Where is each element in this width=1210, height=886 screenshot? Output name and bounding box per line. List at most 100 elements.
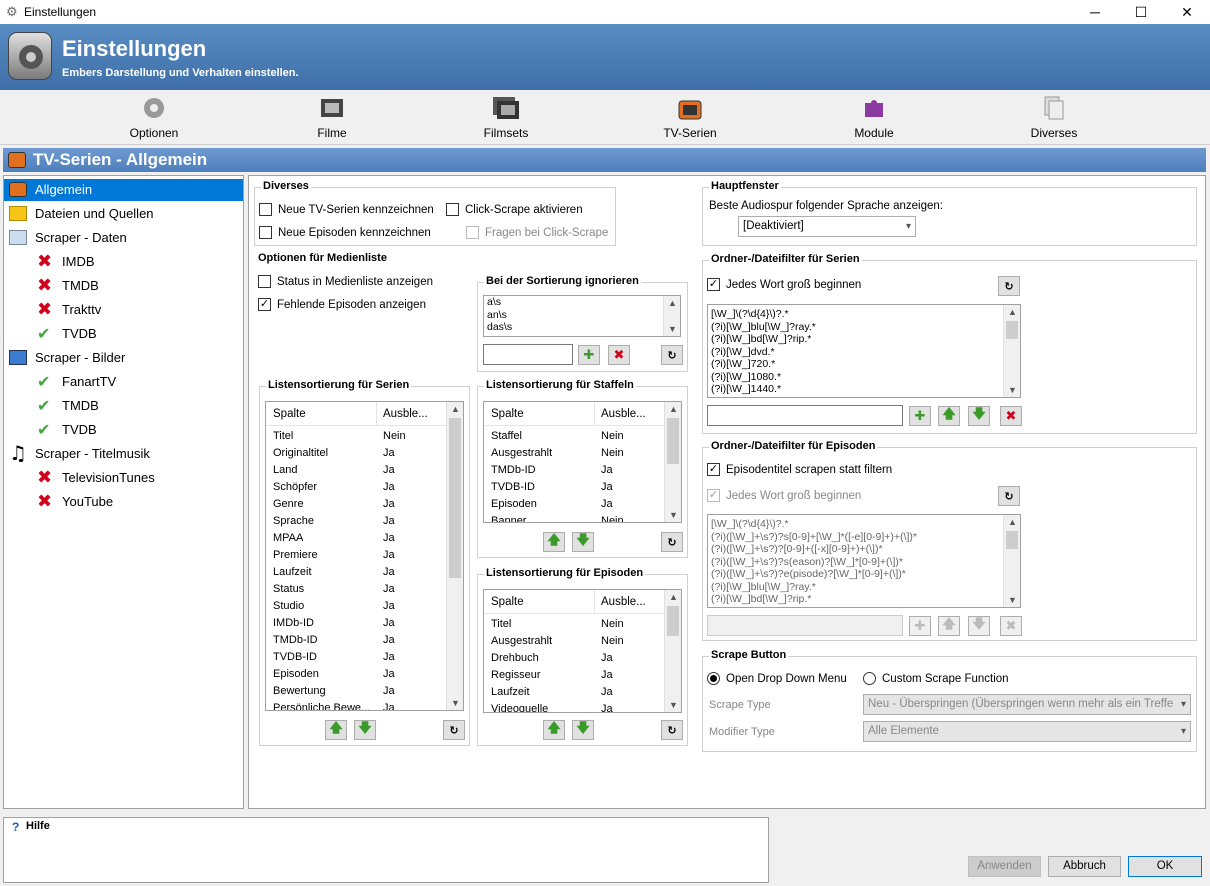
move-up-button[interactable]: 🡅 [938, 616, 960, 636]
table-row[interactable]: TMDb-ID Ja [266, 634, 448, 651]
scrollbar[interactable]: ▲ ▼ [446, 402, 463, 710]
table-row[interactable]: Ausgestrahlt Nein [484, 447, 666, 464]
episode-filter-list[interactable]: [\W_]\(?\d{4}\)?.* (?i)([\W_]+\s?)?s[0-9… [707, 514, 1021, 608]
table-row[interactable]: Persönliche Bewe... Ja [266, 702, 448, 710]
table-row[interactable]: Originaltitel Ja [266, 447, 448, 464]
tree-item-tvdb-images[interactable]: ✔ TVDB [4, 419, 243, 441]
move-down-button[interactable]: 🡇 [968, 616, 990, 636]
season-sort-list[interactable]: Spalte Ausble... Staffel Nein Ausgestrahlt… [483, 401, 682, 523]
table-row[interactable]: Banner Nein [484, 515, 666, 522]
reset-button[interactable]: ↻ [661, 345, 683, 365]
series-filter-list[interactable]: [\W_]\(?\d{4}\)?.* (?i)[\W_]blu[\W_]?ray… [707, 304, 1021, 398]
toolbar-module[interactable]: Module [804, 95, 944, 140]
tree-item-scraper-daten[interactable]: Scraper - Daten [4, 227, 243, 249]
tree-item-tvdb[interactable]: ✔ TVDB [4, 323, 243, 345]
audio-language-select[interactable]: [Deaktiviert] ▾ [738, 216, 916, 237]
table-row[interactable]: Status Ja [266, 583, 448, 600]
tree-item-televisiontunes[interactable]: ✖ TelevisionTunes [4, 467, 243, 489]
click-scrape-checkbox[interactable]: Click-Scrape aktivieren [446, 203, 583, 216]
toolbar-optionen[interactable]: Optionen [84, 95, 224, 140]
open-dropdown-radio[interactable]: Open Drop Down Menu [707, 672, 847, 685]
scrape-type-select[interactable]: Neu - Überspringen (Überspringen wenn me… [863, 694, 1191, 715]
episode-scrape-title-checkbox[interactable]: ✓ Episodentitel scrapen statt filtern [707, 463, 892, 476]
move-down-button[interactable]: 🡇 [354, 720, 376, 740]
table-row[interactable]: IMDb-ID Ja [266, 617, 448, 634]
cancel-button[interactable]: Abbruch [1048, 856, 1121, 877]
table-row[interactable]: Staffel Nein [484, 430, 666, 447]
tree-item-trakttv[interactable]: ✖ Trakttv [4, 299, 243, 321]
column-header[interactable]: Spalte [491, 408, 524, 420]
toolbar-tv-serien[interactable]: TV-Serien [620, 95, 760, 140]
series-filter-input[interactable] [707, 405, 903, 426]
custom-scrape-radio[interactable]: Custom Scrape Function [863, 672, 1009, 685]
reset-button[interactable]: ↻ [443, 720, 465, 740]
new-episodes-checkbox[interactable]: Neue Episoden kennzeichnen [259, 226, 431, 239]
reset-button[interactable]: ↻ [661, 532, 683, 552]
scrollbar[interactable]: ▲ ▼ [663, 296, 680, 336]
move-down-button[interactable]: 🡇 [968, 406, 990, 426]
minimize-button[interactable]: ─ [1072, 0, 1118, 24]
scrollbar[interactable]: ▲ ▼ [664, 402, 681, 522]
tree-item-tmdb[interactable]: ✖ TMDB [4, 275, 243, 297]
column-header[interactable]: Ausble... [383, 408, 428, 420]
maximize-button[interactable]: ☐ [1118, 0, 1164, 24]
table-row[interactable]: Titel Nein [266, 430, 448, 447]
episode-capitalize-checkbox[interactable]: ✓ Jedes Wort groß beginnen [707, 489, 861, 502]
table-row[interactable]: Regisseur Ja [484, 669, 666, 686]
sort-ignore-list[interactable]: a\s an\s das\s ▲ ▼ [483, 295, 681, 337]
toolbar-filmsets[interactable]: Filmsets [436, 95, 576, 140]
table-row[interactable]: Genre Ja [266, 498, 448, 515]
table-row[interactable]: Schöpfer Ja [266, 481, 448, 498]
tree-item-imdb[interactable]: ✖ IMDB [4, 251, 243, 273]
table-row[interactable]: Land Ja [266, 464, 448, 481]
table-row[interactable]: Videoquelle Ja [484, 703, 666, 712]
table-row[interactable]: Laufzeit Ja [484, 686, 666, 703]
add-button[interactable]: ✚ [578, 345, 600, 365]
apply-button[interactable]: Anwenden [968, 856, 1041, 877]
add-button[interactable]: ✚ [909, 406, 931, 426]
close-button[interactable]: ✕ [1164, 0, 1210, 24]
move-down-button[interactable]: 🡇 [572, 532, 594, 552]
tree-item-fanarttv[interactable]: ✔ FanartTV [4, 371, 243, 393]
column-header[interactable]: Ausble... [601, 408, 646, 420]
remove-button[interactable]: ✖ [608, 345, 630, 365]
tree-item-scraper-titelmusik[interactable]: ♫ Scraper - Titelmusik [4, 442, 243, 465]
missing-episodes-checkbox[interactable]: ✓ Fehlende Episoden anzeigen [258, 298, 426, 311]
table-row[interactable]: Premiere Ja [266, 549, 448, 566]
table-row[interactable]: Drehbuch Ja [484, 652, 666, 669]
column-header[interactable]: Spalte [491, 596, 524, 608]
new-series-checkbox[interactable]: Neue TV-Serien kennzeichnen [259, 203, 434, 216]
scrollbar[interactable]: ▲ ▼ [1003, 515, 1020, 607]
table-row[interactable]: TVDB-ID Ja [484, 481, 666, 498]
series-capitalize-checkbox[interactable]: ✓ Jedes Wort groß beginnen [707, 278, 861, 291]
table-row[interactable]: TVDB-ID Ja [266, 651, 448, 668]
table-row[interactable]: Studio Ja [266, 600, 448, 617]
ask-click-scrape-checkbox[interactable]: Fragen bei Click-Scrape [466, 226, 608, 239]
toolbar-diverses[interactable]: Diverses [984, 95, 1124, 140]
table-row[interactable]: Sprache Ja [266, 515, 448, 532]
table-row[interactable]: TMDb-ID Ja [484, 464, 666, 481]
add-button[interactable]: ✚ [909, 616, 931, 636]
reset-button[interactable]: ↻ [661, 720, 683, 740]
episode-sort-list[interactable]: Spalte Ausble... Titel Nein Ausgestrahlt Ne… [483, 589, 682, 713]
reset-button[interactable]: ↻ [998, 276, 1020, 296]
ok-button[interactable]: OK [1128, 856, 1202, 877]
table-row[interactable]: Laufzeit Ja [266, 566, 448, 583]
remove-button[interactable]: ✖ [1000, 406, 1022, 426]
move-up-button[interactable]: 🡅 [325, 720, 347, 740]
series-sort-list[interactable]: Spalte Ausble... Titel Nein Originaltitel J… [265, 401, 464, 711]
column-header[interactable]: Spalte [273, 408, 306, 420]
table-row[interactable]: MPAA Ja [266, 532, 448, 549]
remove-button[interactable]: ✖ [1000, 616, 1022, 636]
tree-item-scraper-bilder[interactable]: Scraper - Bilder [4, 347, 243, 369]
table-row[interactable]: Bewertung Ja [266, 685, 448, 702]
move-down-button[interactable]: 🡇 [572, 720, 594, 740]
table-row[interactable]: Episoden Ja [484, 498, 666, 515]
status-medialist-checkbox[interactable]: Status in Medienliste anzeigen [258, 275, 433, 288]
episode-filter-input[interactable] [707, 615, 903, 636]
column-header[interactable]: Ausble... [601, 596, 646, 608]
move-up-button[interactable]: 🡅 [543, 720, 565, 740]
move-up-button[interactable]: 🡅 [938, 406, 960, 426]
scrollbar[interactable]: ▲ ▼ [664, 590, 681, 712]
sort-ignore-input[interactable] [483, 344, 573, 365]
